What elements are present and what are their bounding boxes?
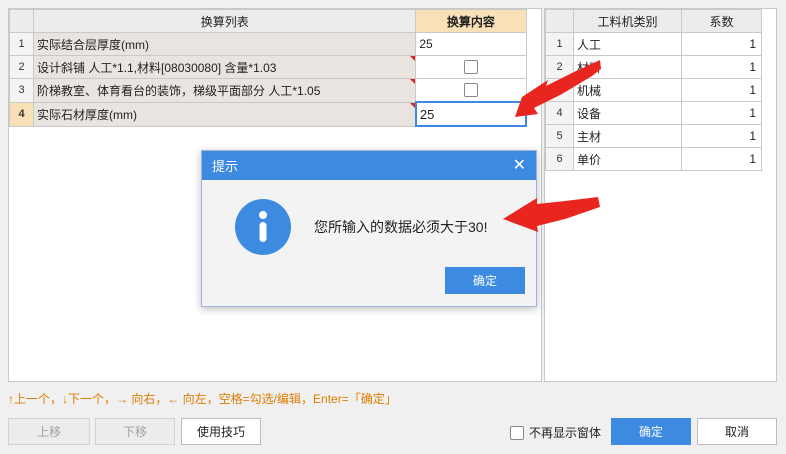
table-row[interactable]: 1 人工 1	[545, 32, 762, 56]
alert-dialog: 提示 ✕ 您所输入的数据必须大于30! 确定	[201, 150, 537, 307]
header-category: 工料机类别	[573, 9, 682, 33]
row-number: 6	[545, 147, 574, 171]
comment-marker-icon	[409, 103, 415, 108]
table-row[interactable]: 6 单价 1	[545, 147, 762, 171]
row-number: 2	[8, 55, 35, 79]
value-input[interactable]: 25	[415, 32, 527, 56]
move-down-button[interactable]: 下移	[95, 418, 175, 445]
row-number: 4	[8, 101, 35, 127]
dialog-message: 您所输入的数据必须大于30!	[314, 219, 488, 235]
row-description: 实际结合层厚度(mm)	[33, 32, 417, 56]
category-cell: 单价	[573, 147, 682, 171]
table-row[interactable]: 3 阶梯教室、体育看台的装饰，梯级平面部分 人工*1.05	[8, 78, 527, 103]
row-number: 3	[545, 78, 574, 102]
close-icon[interactable]: ✕	[513, 157, 526, 174]
factor-table-header: 工料机类别 系数	[545, 9, 762, 33]
category-cell: 人工	[573, 32, 682, 56]
row-description-text: 阶梯教室、体育看台的装饰，梯级平面部分 人工*1.05	[37, 83, 321, 98]
table-row[interactable]: 1 实际结合层厚度(mm) 25	[8, 32, 527, 56]
category-cell: 设备	[573, 101, 682, 125]
header-conversion-content: 换算内容	[415, 9, 527, 33]
table-row-active[interactable]: 4 实际石材厚度(mm) 25	[8, 101, 528, 127]
coefficient-cell[interactable]: 1	[681, 147, 762, 171]
option-checkbox[interactable]	[463, 83, 478, 98]
row-number: 4	[545, 101, 574, 125]
row-number: 5	[545, 124, 574, 148]
option-checkbox[interactable]	[463, 60, 478, 75]
row-description: 实际石材厚度(mm)	[33, 101, 417, 127]
corner-cell	[545, 9, 574, 33]
dialog-title: 提示	[212, 159, 239, 174]
move-up-button[interactable]: 上移	[8, 418, 90, 445]
coefficient-cell[interactable]: 1	[681, 124, 762, 148]
cancel-button[interactable]: 取消	[697, 418, 777, 445]
table-row[interactable]: 5 主材 1	[545, 124, 762, 148]
coefficient-cell[interactable]: 1	[681, 101, 762, 125]
row-number: 2	[545, 55, 574, 79]
checkbox-cell[interactable]	[415, 55, 527, 79]
coefficient-cell[interactable]: 1	[681, 32, 762, 56]
conversion-table-header: 换算列表 换算内容	[8, 9, 527, 33]
corner-cell	[8, 9, 35, 33]
dialog-ok-button[interactable]: 确定	[445, 267, 525, 294]
category-cell: 材料	[573, 55, 682, 79]
header-conversion-list: 换算列表	[33, 9, 417, 33]
info-icon	[235, 199, 291, 255]
conversion-table: 换算列表 换算内容 1 实际结合层厚度(mm) 25 2 设计斜铺 人工*1.1…	[8, 9, 528, 127]
coefficient-cell[interactable]: 1	[681, 78, 762, 102]
no-show-again-label: 不再显示窗体	[529, 426, 602, 440]
row-description-text: 设计斜铺 人工*1.1,材料[08030080] 含量*1.03	[37, 60, 277, 75]
table-row[interactable]: 2 设计斜铺 人工*1.1,材料[08030080] 含量*1.03	[8, 55, 527, 79]
no-show-again-checkbox[interactable]	[510, 425, 524, 440]
category-cell: 主材	[573, 124, 682, 148]
header-coefficient: 系数	[681, 9, 762, 33]
keyboard-hint: ↑上一个，↓下一个，→ 向右，← 向左，空格=勾选/编辑，Enter=「确定」	[8, 392, 397, 406]
coefficient-cell[interactable]: 1	[681, 55, 762, 79]
dialog-header: 提示 ✕	[202, 151, 536, 180]
value-input-editing[interactable]: 25	[414, 101, 528, 127]
comment-marker-icon	[410, 79, 415, 84]
row-number: 3	[8, 78, 35, 103]
table-row[interactable]: 3 机械 1	[545, 78, 762, 102]
checkbox-cell[interactable]	[415, 78, 527, 103]
row-description: 设计斜铺 人工*1.1,材料[08030080] 含量*1.03	[33, 55, 417, 79]
comment-marker-icon	[410, 56, 415, 61]
usage-tips-button[interactable]: 使用技巧	[181, 418, 261, 445]
row-description-text: 实际石材厚度(mm)	[37, 107, 138, 122]
category-cell: 机械	[573, 78, 682, 102]
factor-table: 工料机类别 系数 1 人工 1 2 材料 1 3 机械 1 4 设备 1 5 主…	[545, 9, 762, 171]
row-number: 1	[545, 32, 574, 56]
no-show-again-option[interactable]: 不再显示窗体	[510, 424, 601, 441]
ok-button[interactable]: 确定	[611, 418, 691, 445]
factor-panel: 工料机类别 系数 1 人工 1 2 材料 1 3 机械 1 4 设备 1 5 主…	[544, 8, 777, 382]
table-row[interactable]: 2 材料 1	[545, 55, 762, 79]
row-description: 阶梯教室、体育看台的装饰，梯级平面部分 人工*1.05	[33, 78, 417, 103]
table-row[interactable]: 4 设备 1	[545, 101, 762, 125]
row-number: 1	[8, 32, 35, 56]
